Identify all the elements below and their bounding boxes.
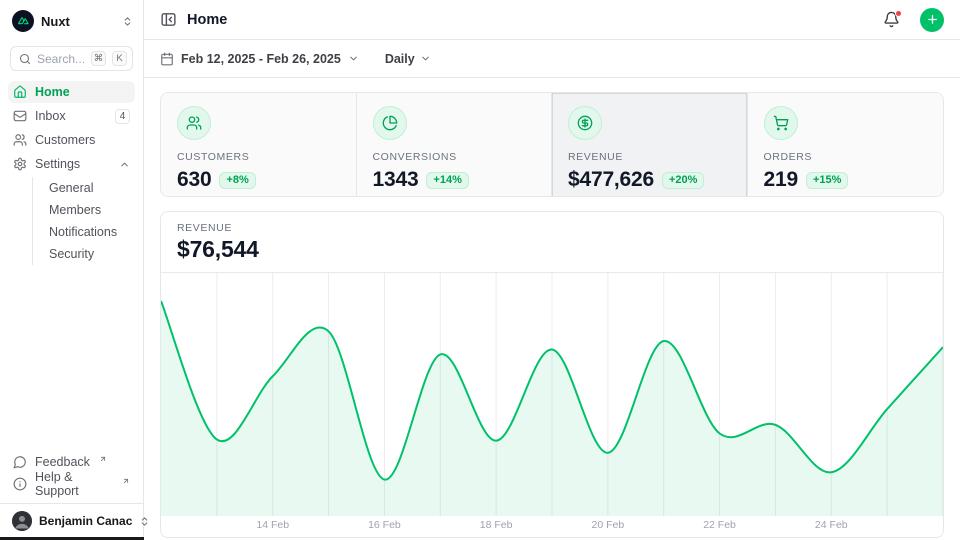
chevron-down-icon [420,53,431,64]
x-axis-label: 14 Feb [256,519,289,531]
sidebar-item-settings[interactable]: Settings [8,153,135,175]
sidebar-item-customers[interactable]: Customers [8,129,135,151]
stat-card-customers[interactable]: CUSTOMERS 630 +8% [161,93,357,197]
inbox-icon [13,109,27,123]
stat-delta-badge: +14% [426,172,468,189]
user-name: Benjamin Canac [39,514,132,528]
notification-dot [895,10,902,17]
search-icon [19,53,31,65]
sidebar-item-label: Customers [35,133,130,147]
stat-value: 630 [177,168,211,192]
chevron-down-icon [348,53,359,64]
notifications-button[interactable] [883,11,900,28]
chevrons-up-down-icon [122,16,133,27]
chart-svg [161,273,943,516]
sidebar-item-label: Settings [35,157,111,171]
avatar [12,511,32,531]
subnav-label: Security [49,247,94,261]
feedback-label: Feedback [35,455,90,469]
search-input[interactable]: Search... ⌘ K [10,46,133,71]
stat-label: CONVERSIONS [373,151,536,163]
plus-icon [926,13,939,26]
user-menu[interactable]: Benjamin Canac [0,503,143,540]
stat-label: CUSTOMERS [177,151,340,163]
x-axis-label: 20 Feb [591,519,624,531]
kbd-k: K [112,51,127,66]
shopping-cart-icon [764,106,798,140]
sidebar-collapse-button[interactable] [160,11,177,28]
chevrons-up-down-icon [139,516,150,527]
nuxt-logo-icon [12,10,34,32]
chat-bubble-icon [13,455,27,469]
dashboard-app: Nuxt Search... ⌘ K Home [0,0,960,540]
help-support-label: Help & Support [35,470,113,498]
sidebar-item-home[interactable]: Home [8,81,135,103]
chart-plot-wrap: 14 Feb 16 Feb 18 Feb 20 Feb 22 Feb 24 Feb [161,273,943,537]
workspace-name: Nuxt [41,14,115,29]
stat-delta-badge: +20% [662,172,704,189]
help-support-link[interactable]: Help & Support [8,473,135,495]
main-area: Home Feb 12, 2025 - Feb 26, 2025 Daily [144,0,960,540]
info-circle-icon [13,477,27,491]
granularity-value: Daily [385,52,415,66]
chevron-up-icon [119,159,130,170]
chart-header: REVENUE $76,544 [161,212,943,273]
content: CUSTOMERS 630 +8% CONVERSIONS 1343 +14% [144,78,960,540]
kbd-cmd: ⌘ [91,51,106,66]
subnav-label: General [49,181,93,195]
pie-chart-icon [373,106,407,140]
sidebar-item-label: Inbox [35,109,107,123]
users-icon [177,106,211,140]
stat-label: REVENUE [568,151,731,163]
sidebar-item-security[interactable]: Security [33,243,135,265]
users-icon [13,133,27,147]
stat-value: 219 [764,168,798,192]
sidebar-item-notifications[interactable]: Notifications [33,221,135,243]
sidebar-item-general[interactable]: General [33,177,135,199]
stat-card-revenue[interactable]: REVENUE $477,626 +20% [552,93,748,197]
stat-card-orders[interactable]: ORDERS 219 +15% [748,93,944,197]
topbar: Home [144,0,960,40]
stat-card-conversions[interactable]: CONVERSIONS 1343 +14% [357,93,553,197]
gear-icon [13,157,27,171]
sidebar-item-label: Home [35,85,130,99]
stat-delta-badge: +15% [806,172,848,189]
external-link-icon [122,477,130,485]
inbox-count-badge: 4 [115,109,130,124]
settings-subnav: General Members Notifications Security [32,177,135,265]
sidebar-item-inbox[interactable]: Inbox 4 [8,105,135,127]
page-title: Home [187,12,873,28]
sidebar-nav: Home Inbox 4 Customers Settings [0,73,143,265]
x-axis-label: 22 Feb [703,519,736,531]
stats-row: CUSTOMERS 630 +8% CONVERSIONS 1343 +14% [160,92,944,197]
x-axis-label: 24 Feb [815,519,848,531]
granularity-select[interactable]: Daily [385,52,431,66]
sidebar-item-members[interactable]: Members [33,199,135,221]
date-range-value: Feb 12, 2025 - Feb 26, 2025 [181,52,341,66]
x-axis-label: 18 Feb [480,519,513,531]
stat-value: $477,626 [568,168,654,192]
revenue-chart-card: REVENUE $76,544 14 Feb 16 Feb 18 Feb 20 Feb… [160,211,944,538]
sidebar: Nuxt Search... ⌘ K Home [0,0,144,540]
stat-label: ORDERS [764,151,928,163]
add-button[interactable] [920,8,944,32]
x-axis-label: 16 Feb [368,519,401,531]
stat-value: 1343 [373,168,419,192]
search-placeholder: Search... [37,52,85,66]
external-link-icon [99,455,107,463]
sidebar-footer: Feedback Help & Support [0,445,143,503]
home-icon [13,85,27,99]
chart-metric-label: REVENUE [177,222,927,234]
stat-delta-badge: +8% [219,172,255,189]
subnav-label: Notifications [49,225,117,239]
filter-toolbar: Feb 12, 2025 - Feb 26, 2025 Daily [144,40,960,78]
subnav-label: Members [49,203,101,217]
chart-metric-value: $76,544 [177,236,927,263]
date-range-picker[interactable]: Feb 12, 2025 - Feb 26, 2025 [160,52,359,66]
chart-x-axis: 14 Feb 16 Feb 18 Feb 20 Feb 22 Feb 24 Feb [161,516,943,537]
calendar-icon [160,52,174,66]
circle-dollar-icon [568,106,602,140]
workspace-switcher[interactable]: Nuxt [0,0,143,36]
revenue-area-chart [161,273,943,516]
